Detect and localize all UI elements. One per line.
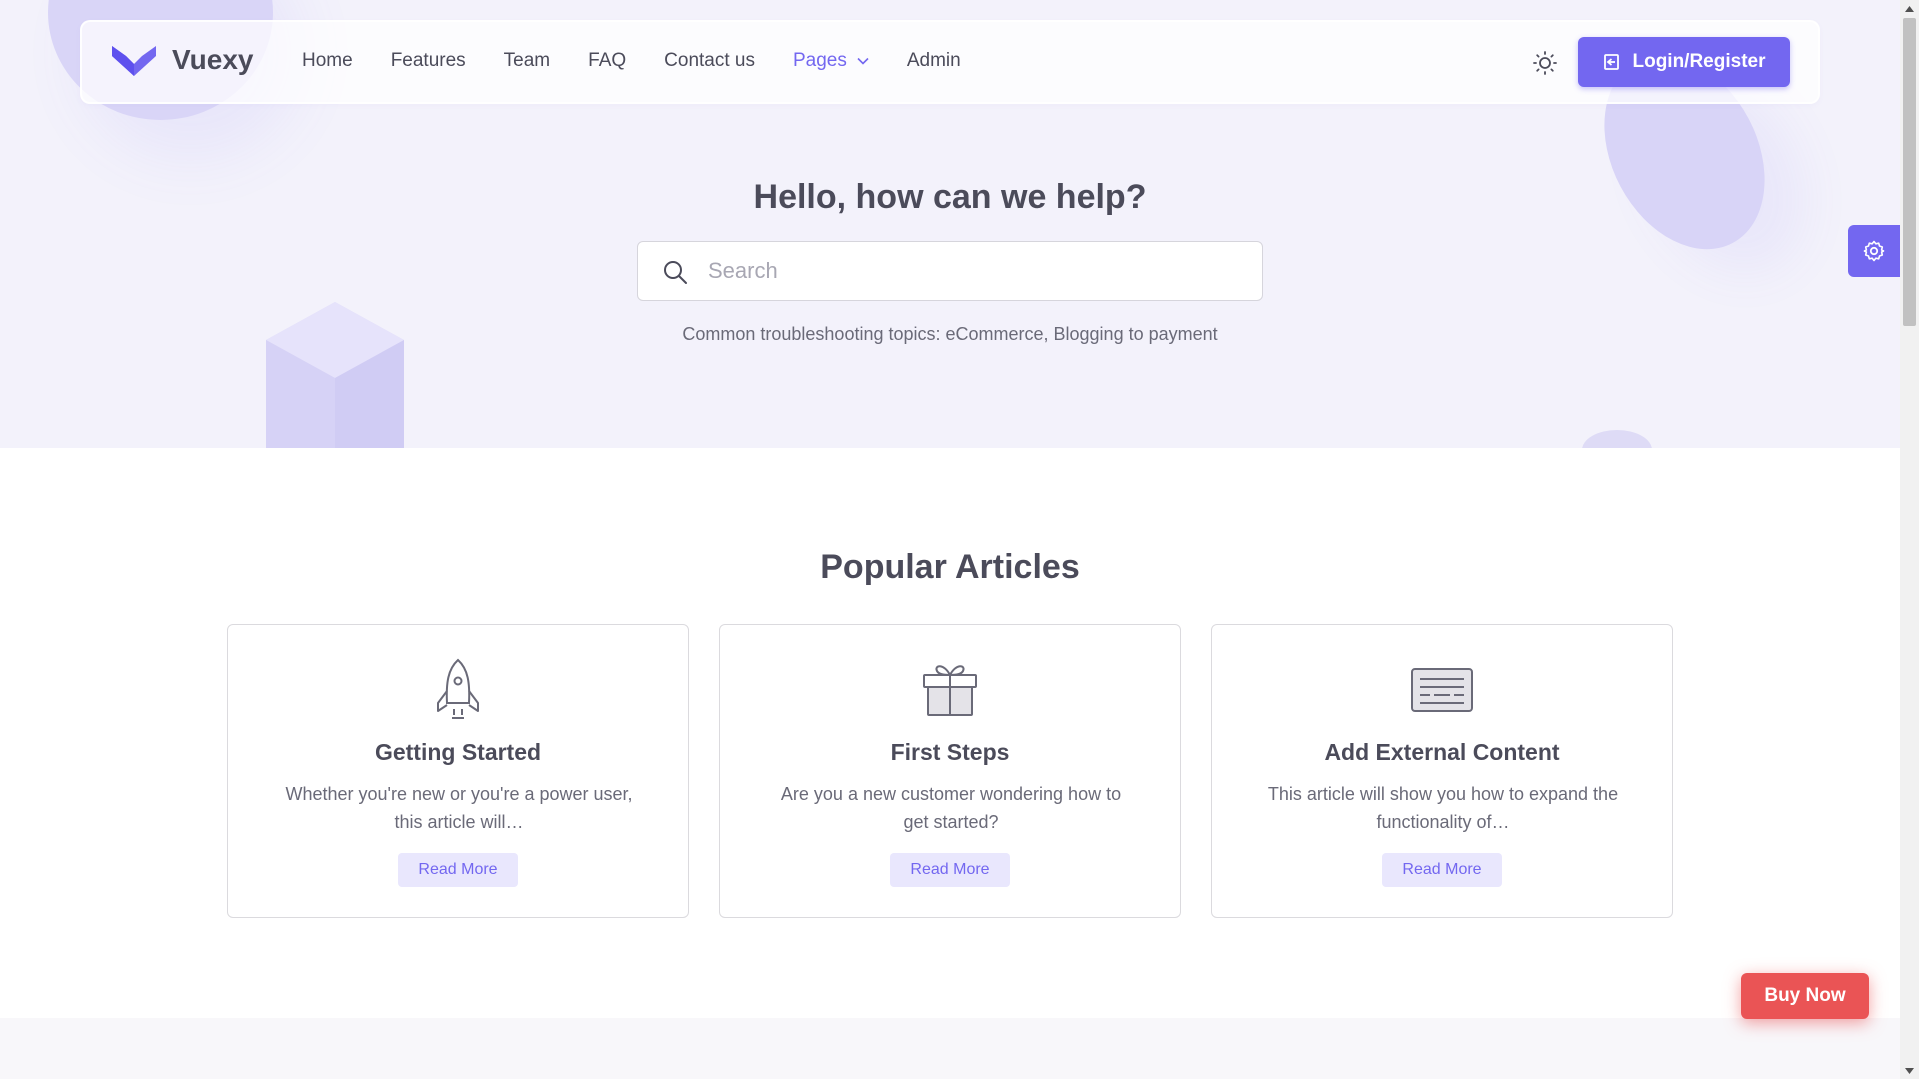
- help-center-hero: Vuexy Home Features Team FAQ Contact us …: [0, 0, 1900, 448]
- article-card-add-external-content: Add External Content This article will s…: [1211, 624, 1673, 918]
- article-description: Are you a new customer wondering how to …: [760, 780, 1142, 836]
- search-box: [637, 241, 1263, 301]
- brand-name: Vuexy: [172, 44, 254, 75]
- vuexy-logo-icon: [112, 46, 156, 76]
- scroll-down-arrow-icon[interactable]: [1900, 1062, 1919, 1079]
- nav-link-pages[interactable]: Pages: [793, 50, 869, 72]
- navbar: Vuexy Home Features Team FAQ Contact us …: [80, 20, 1820, 104]
- login-register-button[interactable]: Login/Register: [1578, 37, 1790, 87]
- search-icon: [664, 261, 687, 284]
- article-card-getting-started: Getting Started Whether you're new or yo…: [227, 624, 689, 918]
- article-description-line: this article will…: [394, 812, 524, 832]
- page-scrollbar[interactable]: [1900, 0, 1919, 1079]
- read-more-button[interactable]: Read More: [398, 853, 518, 887]
- card-icon-wrapper: [228, 657, 688, 721]
- article-description-line: Are you a new customer wondering how to: [780, 784, 1122, 804]
- login-register-label: Login/Register: [1632, 51, 1766, 72]
- nav-link-admin[interactable]: Admin: [907, 50, 961, 72]
- customizer-settings-button[interactable]: [1848, 225, 1900, 277]
- hero-subtitle: Common troubleshooting topics: eCommerce…: [682, 324, 1218, 344]
- article-description: This article will show you how to expand…: [1252, 780, 1634, 836]
- article-title: Getting Started: [374, 739, 542, 765]
- gear-icon: [1863, 240, 1885, 262]
- article-description: Whether you're new or you're a power use…: [268, 780, 650, 836]
- read-more-button[interactable]: Read More: [1382, 853, 1502, 887]
- nav-link-home[interactable]: Home: [302, 50, 353, 72]
- sun-icon[interactable]: [1532, 50, 1558, 76]
- article-title: Add External Content: [1324, 739, 1560, 765]
- card-icon-wrapper: [1212, 657, 1672, 721]
- article-description-line: Whether you're new or you're a power use…: [285, 784, 633, 804]
- search-input[interactable]: [708, 250, 1238, 292]
- nav-link-pages-label: Pages: [792, 50, 847, 71]
- keyboard-icon: [1411, 668, 1473, 712]
- card-icon-wrapper: [720, 657, 1180, 721]
- scrollbar-thumb[interactable]: [1903, 18, 1916, 326]
- chevron-down-icon: [857, 57, 869, 65]
- page: Vuexy Home Features Team FAQ Contact us …: [0, 0, 1900, 1079]
- popular-articles-title: Popular Articles: [820, 548, 1080, 586]
- buy-now-button[interactable]: Buy Now: [1741, 973, 1869, 1019]
- nav-link-faq[interactable]: FAQ: [588, 50, 626, 72]
- scroll-up-arrow-icon[interactable]: [1900, 0, 1919, 17]
- article-card-first-steps: First Steps Are you a new customer wonde…: [719, 624, 1181, 918]
- article-description-line: functionality of…: [1376, 812, 1510, 832]
- article-description-line: get started?: [903, 812, 999, 832]
- nav-link-features[interactable]: Features: [391, 50, 466, 72]
- next-section-band: [0, 1018, 1900, 1079]
- nav-link-team[interactable]: Team: [504, 50, 550, 72]
- decorative-dot: [1582, 430, 1652, 448]
- article-description-line: This article will show you how to expand…: [1267, 784, 1619, 804]
- gift-icon: [923, 665, 977, 716]
- article-title: First Steps: [890, 739, 1010, 765]
- login-icon: [1604, 54, 1620, 70]
- rocket-icon: [437, 658, 479, 719]
- nav-link-contact[interactable]: Contact us: [664, 50, 755, 72]
- brand[interactable]: Vuexy: [112, 44, 253, 76]
- nav-links: Home Features Team FAQ Contact us Pages …: [302, 50, 999, 72]
- read-more-button[interactable]: Read More: [890, 853, 1010, 887]
- hero-title: Hello, how can we help?: [753, 178, 1147, 216]
